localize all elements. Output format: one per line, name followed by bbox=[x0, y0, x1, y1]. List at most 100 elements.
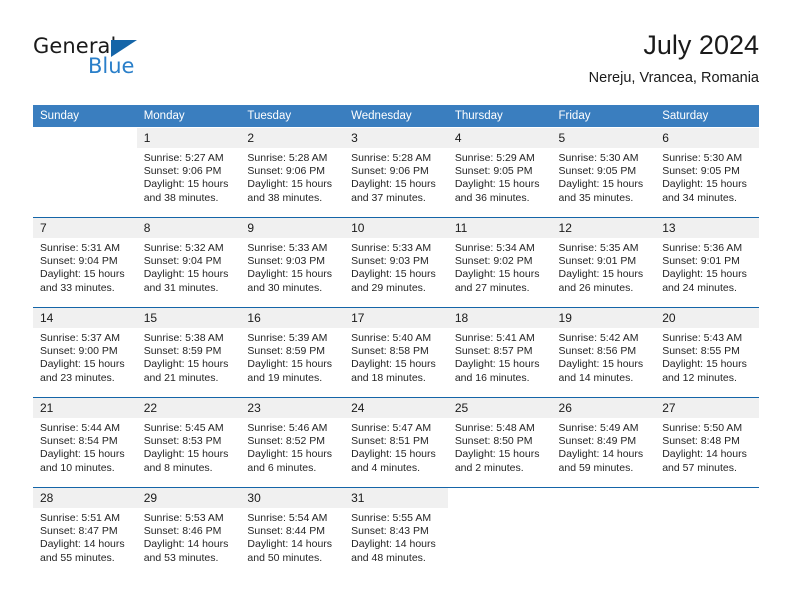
day-info-line: Sunset: 9:01 PM bbox=[558, 255, 637, 268]
day-number: 23 bbox=[240, 398, 345, 418]
calendar-day-19[interactable]: 19 Sunrise: 5:42 AM Sunset: 8:56 PM Dayligh… bbox=[551, 307, 656, 397]
calendar-day-10[interactable]: 10 Sunrise: 5:33 AM Sunset: 9:03 PM Dayligh… bbox=[344, 217, 448, 307]
calendar-day-23[interactable]: 23 Sunrise: 5:46 AM Sunset: 8:52 PM Dayligh… bbox=[240, 397, 345, 487]
day-info-line: and 38 minutes. bbox=[247, 191, 323, 204]
calendar-day-31[interactable]: 31 Sunrise: 5:55 AM Sunset: 8:43 PM Dayligh… bbox=[344, 487, 448, 577]
calendar-cell: 5 Sunrise: 5:30 AM Sunset: 9:05 PM Daylight… bbox=[551, 127, 656, 217]
calendar-week-row: 21 Sunrise: 5:44 AM Sunset: 8:54 PM Dayligh… bbox=[33, 397, 759, 487]
day-info-line: Daylight: 15 hours bbox=[351, 268, 436, 281]
calendar-day-25[interactable]: 25 Sunrise: 5:48 AM Sunset: 8:50 PM Dayligh… bbox=[447, 397, 552, 487]
day-info-line: Sunrise: 5:32 AM bbox=[143, 242, 224, 254]
day-info-line: Sunrise: 5:30 AM bbox=[662, 152, 743, 164]
calendar-day-4[interactable]: 4 Sunrise: 5:29 AM Sunset: 9:05 PM Daylight… bbox=[447, 127, 552, 217]
calendar-day-5[interactable]: 5 Sunrise: 5:30 AM Sunset: 9:05 PM Daylight… bbox=[551, 127, 656, 217]
day-info-line: Sunrise: 5:45 AM bbox=[143, 422, 224, 434]
day-info-line: Sunrise: 5:47 AM bbox=[351, 422, 432, 434]
calendar-day-1[interactable]: 1 Sunrise: 5:27 AM Sunset: 9:06 PM Daylight… bbox=[136, 127, 241, 217]
day-info-line: and 19 minutes. bbox=[247, 371, 323, 384]
day-info-line: Sunrise: 5:48 AM bbox=[454, 422, 535, 434]
calendar-day-3[interactable]: 3 Sunrise: 5:28 AM Sunset: 9:06 PM Daylight… bbox=[344, 127, 448, 217]
day-number: 9 bbox=[240, 218, 345, 238]
day-info-line: Sunrise: 5:55 AM bbox=[351, 512, 432, 524]
day-info-line: and 6 minutes. bbox=[247, 461, 317, 474]
general-blue-logo[interactable]: General Blue bbox=[33, 34, 233, 86]
day-info-line: Sunset: 8:49 PM bbox=[558, 435, 637, 448]
day-info-line: Daylight: 15 hours bbox=[143, 358, 229, 371]
calendar-cell: 30 Sunrise: 5:54 AM Sunset: 8:44 PM Dayligh… bbox=[240, 487, 345, 577]
calendar-day-13[interactable]: 13 Sunrise: 5:36 AM Sunset: 9:01 PM Dayligh… bbox=[655, 217, 759, 307]
day-info-line: Sunset: 8:51 PM bbox=[351, 435, 429, 448]
calendar-day-21[interactable]: 21 Sunrise: 5:44 AM Sunset: 8:54 PM Dayligh… bbox=[33, 397, 137, 487]
day-sun-info: Sunrise: 5:36 AM Sunset: 9:01 PM Daylight:… bbox=[655, 238, 759, 295]
day-info-line: Daylight: 15 hours bbox=[247, 268, 333, 281]
location-subtitle: Nereju, Vrancea, Romania bbox=[588, 70, 759, 86]
day-info-line: and 59 minutes. bbox=[558, 461, 634, 474]
page-header: General Blue July 2024 Nereju, Vrancea, … bbox=[33, 28, 759, 100]
day-info-line: Sunset: 8:47 PM bbox=[40, 525, 118, 538]
calendar-day-22[interactable]: 22 Sunrise: 5:45 AM Sunset: 8:53 PM Dayligh… bbox=[136, 397, 241, 487]
day-info-line: and 50 minutes. bbox=[247, 551, 323, 564]
calendar-cell: 17 Sunrise: 5:40 AM Sunset: 8:58 PM Dayligh… bbox=[344, 307, 448, 397]
day-info-line: and 18 minutes. bbox=[351, 371, 426, 384]
calendar-day-11[interactable]: 11 Sunrise: 5:34 AM Sunset: 9:02 PM Dayligh… bbox=[447, 217, 552, 307]
calendar-day-12[interactable]: 12 Sunrise: 5:35 AM Sunset: 9:01 PM Dayligh… bbox=[551, 217, 656, 307]
day-sun-info: Sunrise: 5:29 AM Sunset: 9:05 PM Daylight:… bbox=[448, 148, 552, 205]
day-info-line: Sunset: 8:43 PM bbox=[351, 525, 429, 538]
calendar-cell: 4 Sunrise: 5:29 AM Sunset: 9:05 PM Daylight… bbox=[447, 127, 552, 217]
calendar-day-8[interactable]: 8 Sunrise: 5:32 AM Sunset: 9:04 PM Daylight… bbox=[136, 217, 241, 307]
day-sun-info: Sunrise: 5:44 AM Sunset: 8:54 PM Daylight:… bbox=[33, 418, 137, 475]
calendar-day-18[interactable]: 18 Sunrise: 5:41 AM Sunset: 8:57 PM Dayligh… bbox=[447, 307, 552, 397]
day-sun-info: Sunrise: 5:48 AM Sunset: 8:50 PM Daylight:… bbox=[448, 418, 552, 475]
day-number: 30 bbox=[240, 488, 345, 508]
day-info-line: Sunset: 8:53 PM bbox=[143, 435, 222, 448]
weekday-header-wednesday: Wednesday bbox=[344, 105, 448, 127]
calendar-day-26[interactable]: 26 Sunrise: 5:49 AM Sunset: 8:49 PM Dayligh… bbox=[551, 397, 656, 487]
calendar-day-24[interactable]: 24 Sunrise: 5:47 AM Sunset: 8:51 PM Dayligh… bbox=[344, 397, 448, 487]
day-info-line: Sunset: 9:01 PM bbox=[662, 255, 740, 268]
day-number: 17 bbox=[344, 308, 448, 328]
weekday-header-row: Sunday Monday Tuesday Wednesday Thursday Frid… bbox=[33, 105, 759, 127]
calendar-day-15[interactable]: 15 Sunrise: 5:38 AM Sunset: 8:59 PM Dayligh… bbox=[136, 307, 241, 397]
calendar-day-29[interactable]: 29 Sunrise: 5:53 AM Sunset: 8:46 PM Dayligh… bbox=[136, 487, 241, 577]
day-info-line: Sunset: 8:50 PM bbox=[454, 435, 533, 448]
day-info-line: Sunrise: 5:53 AM bbox=[143, 512, 224, 524]
calendar-day-6[interactable]: 6 Sunrise: 5:30 AM Sunset: 9:05 PM Daylight… bbox=[655, 127, 759, 217]
day-info-line: and 38 minutes. bbox=[143, 191, 219, 204]
day-info-line: Sunrise: 5:51 AM bbox=[40, 512, 120, 524]
calendar-day-20[interactable]: 20 Sunrise: 5:43 AM Sunset: 8:55 PM Dayligh… bbox=[655, 307, 759, 397]
day-info-line: and 4 minutes. bbox=[351, 461, 420, 474]
day-info-line: Sunset: 9:06 PM bbox=[143, 165, 222, 178]
calendar-day-16[interactable]: 16 Sunrise: 5:39 AM Sunset: 8:59 PM Dayligh… bbox=[240, 307, 345, 397]
calendar-day-28[interactable]: 28 Sunrise: 5:51 AM Sunset: 8:47 PM Dayligh… bbox=[33, 487, 137, 577]
calendar-day-27[interactable]: 27 Sunrise: 5:50 AM Sunset: 8:48 PM Dayligh… bbox=[655, 397, 759, 487]
calendar-cell: 26 Sunrise: 5:49 AM Sunset: 8:49 PM Dayligh… bbox=[551, 397, 656, 487]
day-info-line: Sunrise: 5:38 AM bbox=[143, 332, 224, 344]
calendar-day-2[interactable]: 2 Sunrise: 5:28 AM Sunset: 9:06 PM Daylight… bbox=[240, 127, 345, 217]
calendar-cell: 18 Sunrise: 5:41 AM Sunset: 8:57 PM Dayligh… bbox=[447, 307, 552, 397]
calendar-day-17[interactable]: 17 Sunrise: 5:40 AM Sunset: 8:58 PM Dayligh… bbox=[344, 307, 448, 397]
calendar-body: 1 Sunrise: 5:27 AM Sunset: 9:06 PM Daylight… bbox=[33, 127, 759, 577]
day-info-line: Sunset: 8:59 PM bbox=[143, 345, 222, 358]
day-info-line: Sunrise: 5:27 AM bbox=[143, 152, 224, 164]
calendar-day-9[interactable]: 9 Sunrise: 5:33 AM Sunset: 9:03 PM Daylight… bbox=[240, 217, 345, 307]
day-number: 28 bbox=[33, 488, 137, 508]
day-info-line: and 14 minutes. bbox=[558, 371, 634, 384]
day-sun-info: Sunrise: 5:35 AM Sunset: 9:01 PM Daylight:… bbox=[552, 238, 656, 295]
day-number bbox=[33, 128, 137, 148]
calendar-cell: 28 Sunrise: 5:51 AM Sunset: 8:47 PM Dayligh… bbox=[33, 487, 137, 577]
day-number: 14 bbox=[33, 308, 137, 328]
calendar-week-row: 14 Sunrise: 5:37 AM Sunset: 9:00 PM Dayligh… bbox=[33, 307, 759, 397]
calendar-day-14[interactable]: 14 Sunrise: 5:37 AM Sunset: 9:00 PM Dayligh… bbox=[33, 307, 137, 397]
calendar-cell: 7 Sunrise: 5:31 AM Sunset: 9:04 PM Daylight… bbox=[33, 217, 137, 307]
day-number: 27 bbox=[655, 398, 759, 418]
day-info-line: and 30 minutes. bbox=[247, 281, 323, 294]
day-info-line: and 23 minutes. bbox=[40, 371, 115, 384]
day-info-line: Daylight: 15 hours bbox=[662, 358, 747, 371]
calendar-cell: 1 Sunrise: 5:27 AM Sunset: 9:06 PM Daylight… bbox=[136, 127, 241, 217]
calendar-week-row: 28 Sunrise: 5:51 AM Sunset: 8:47 PM Dayligh… bbox=[33, 487, 759, 577]
calendar-day-7[interactable]: 7 Sunrise: 5:31 AM Sunset: 9:04 PM Daylight… bbox=[33, 217, 137, 307]
calendar-cell: 14 Sunrise: 5:37 AM Sunset: 9:00 PM Dayligh… bbox=[33, 307, 137, 397]
calendar-day-30[interactable]: 30 Sunrise: 5:54 AM Sunset: 8:44 PM Dayligh… bbox=[240, 487, 345, 577]
day-sun-info: Sunrise: 5:31 AM Sunset: 9:04 PM Daylight:… bbox=[33, 238, 137, 295]
day-info-line: Daylight: 14 hours bbox=[662, 448, 747, 461]
